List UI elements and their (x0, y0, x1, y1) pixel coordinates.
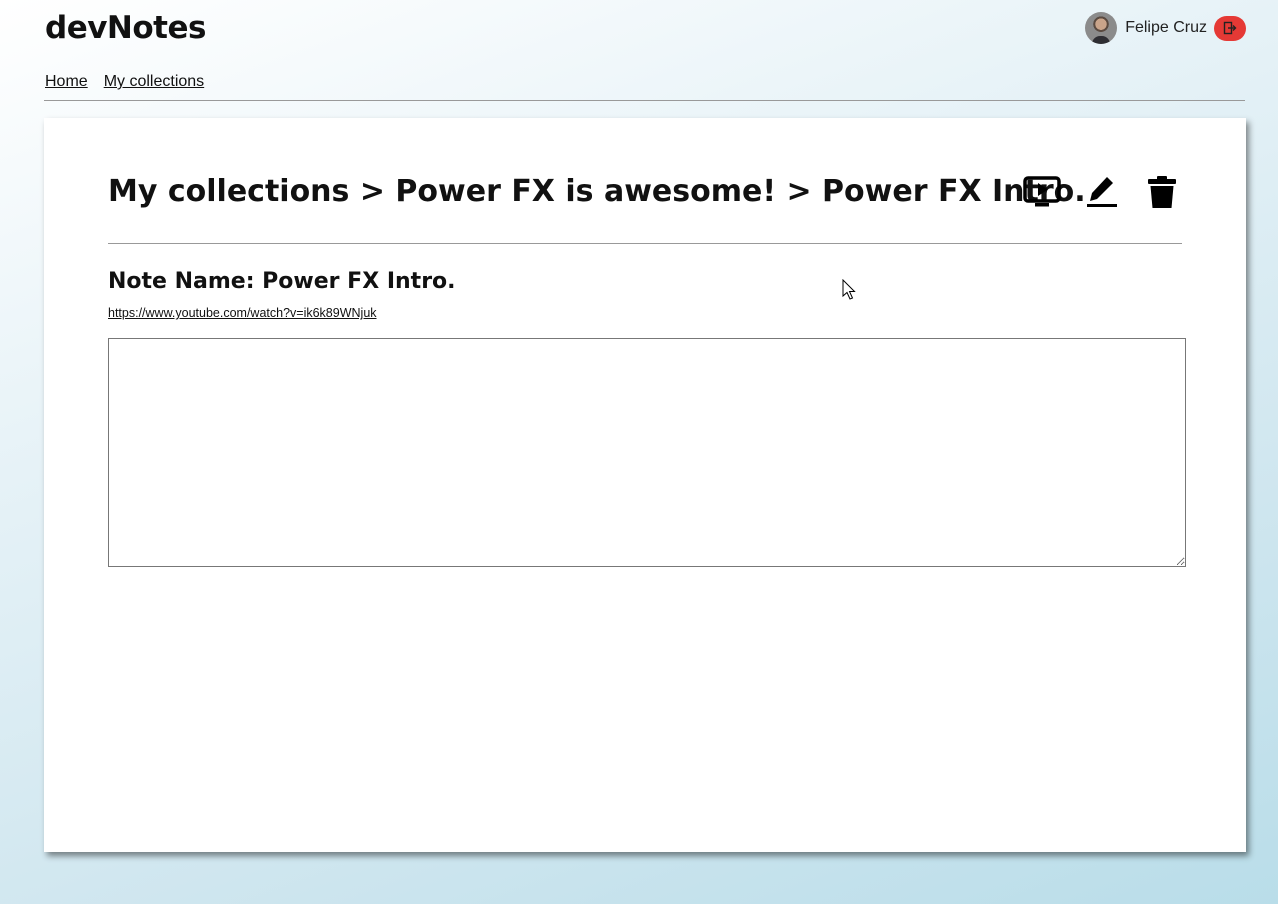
app-brand: devNotes (45, 10, 206, 46)
title-divider (108, 243, 1182, 244)
note-text-area[interactable] (108, 338, 1186, 567)
logout-button[interactable] (1214, 15, 1246, 41)
note-card: My collections > Power FX is awesome! > … (44, 118, 1246, 852)
delete-button[interactable] (1142, 172, 1182, 212)
note-url-link[interactable]: https://www.youtube.com/watch?v=ik6k89WN… (108, 306, 377, 320)
note-actions (1022, 172, 1182, 212)
top-nav: Home My collections (45, 73, 204, 91)
nav-home-link[interactable]: Home (45, 73, 88, 91)
breadcrumb-title: My collections > Power FX is awesome! > … (108, 174, 1086, 209)
note-name: Note Name: Power FX Intro. (108, 269, 456, 294)
monitor-play-icon (1023, 176, 1061, 207)
play-video-button[interactable] (1022, 172, 1062, 212)
user-area: Felipe Cruz (1085, 12, 1246, 44)
user-avatar[interactable] (1085, 12, 1118, 44)
trash-icon (1148, 176, 1176, 208)
pencil-icon (1087, 177, 1117, 207)
nav-divider (44, 100, 1245, 101)
logout-icon (1223, 21, 1237, 35)
user-name: Felipe Cruz (1125, 19, 1207, 36)
nav-my-collections-link[interactable]: My collections (104, 73, 204, 91)
edit-button[interactable] (1082, 172, 1122, 212)
